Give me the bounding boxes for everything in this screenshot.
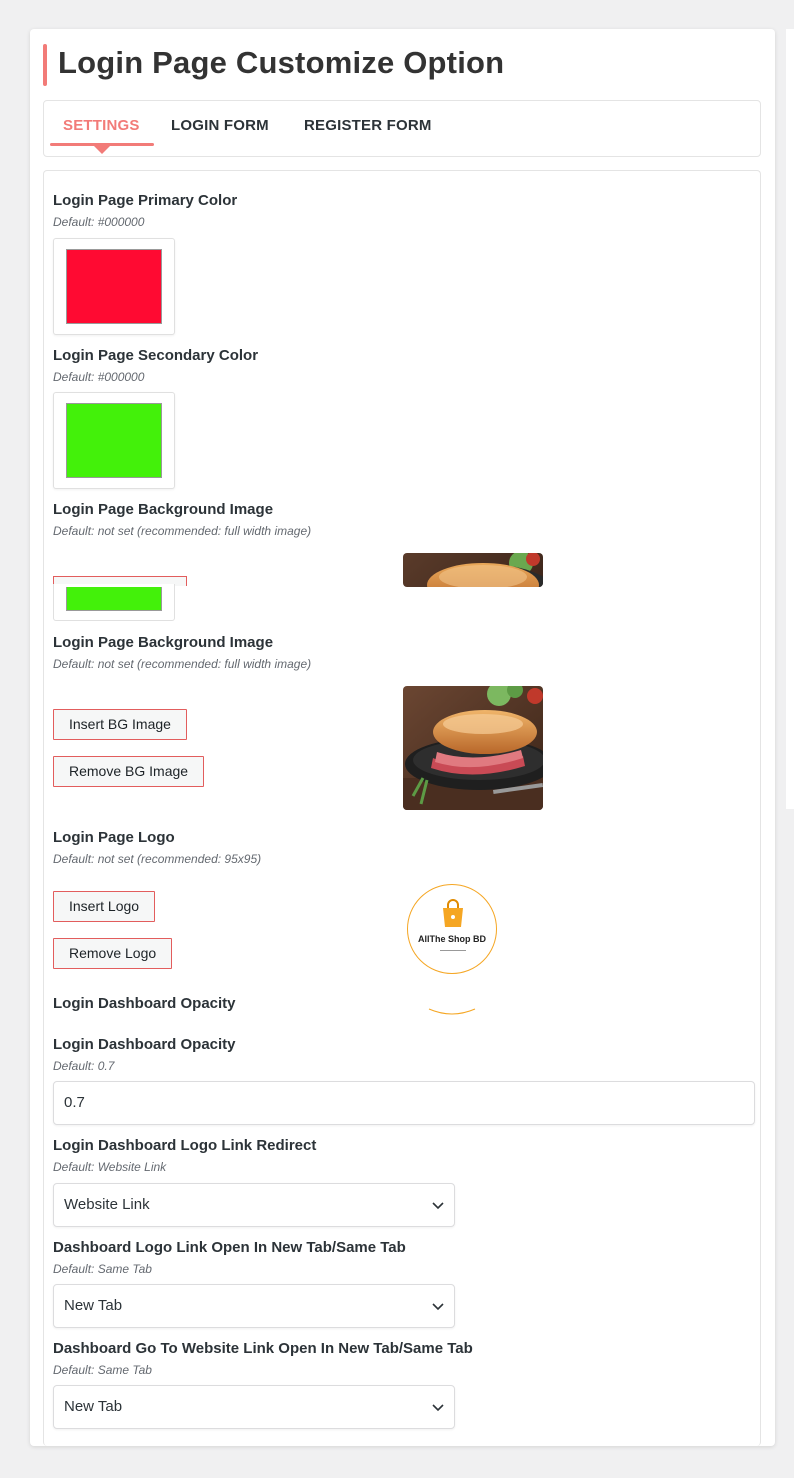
bg-image-label: Login Page Background Image	[53, 634, 274, 651]
logo-label: Login Page Logo	[53, 829, 175, 846]
bg-image-label-ghost: Login Page Background Image	[53, 501, 274, 518]
chevron-down-icon	[432, 1202, 444, 1210]
website-link-tab-select-value: New Tab	[64, 1398, 123, 1415]
logo-circle-ghost-arc	[428, 1008, 476, 1015]
logo-link-tab-label: Dashboard Logo Link Open In New Tab/Same…	[53, 1239, 406, 1256]
color-swatch-ghost	[66, 587, 162, 611]
chevron-down-icon	[432, 1404, 444, 1412]
chevron-down-icon	[432, 1303, 444, 1311]
primary-color-hint: Default: #000000	[53, 215, 145, 229]
active-tab-caret-icon	[94, 146, 110, 154]
logo-underline	[440, 950, 466, 951]
opacity-label: Login Dashboard Opacity	[53, 1036, 236, 1053]
logo-link-hint: Default: Website Link	[53, 1160, 167, 1174]
settings-card: Login Page Customize Option SETTINGS LOG…	[30, 29, 775, 1446]
color-picker-ghost	[53, 584, 175, 621]
primary-color-swatch[interactable]	[66, 249, 162, 324]
tab-register-form[interactable]: REGISTER FORM	[304, 117, 432, 134]
logo-link-select[interactable]: Website Link	[53, 1183, 455, 1227]
logo-link-select-value: Website Link	[64, 1196, 150, 1213]
logo-link-tab-hint: Default: Same Tab	[53, 1262, 152, 1276]
logo-hint: Default: not set (recommended: 95x95)	[53, 852, 262, 866]
opacity-ghost-clip: Login Dashboard Opacity	[44, 991, 760, 1011]
primary-color-label: Login Page Primary Color	[53, 192, 238, 209]
tab-settings[interactable]: SETTINGS	[63, 117, 140, 134]
adjacent-panel-edge	[786, 29, 794, 809]
opacity-label-ghost: Login Dashboard Opacity	[53, 995, 236, 1011]
secondary-color-hint: Default: #000000	[53, 370, 145, 384]
opacity-input[interactable]: 0.7	[53, 1081, 755, 1125]
page-title: Login Page Customize Option	[58, 45, 505, 80]
logo-link-tab-select-value: New Tab	[64, 1297, 123, 1314]
logo-link-tab-select[interactable]: New Tab	[53, 1284, 455, 1328]
title-accent-bar	[43, 44, 47, 86]
opacity-hint: Default: 0.7	[53, 1059, 115, 1073]
bg-image-hint: Default: not set (recommended: full widt…	[53, 657, 312, 671]
settings-panel: Login Page Primary Color Default: #00000…	[43, 170, 761, 1446]
website-link-tab-hint: Default: Same Tab	[53, 1363, 152, 1377]
website-link-tab-select[interactable]: New Tab	[53, 1385, 455, 1429]
remove-bg-image-button[interactable]: Remove BG Image	[53, 756, 205, 787]
logo-preview: AllThe Shop BD	[407, 884, 497, 974]
insert-logo-button[interactable]: Insert Logo	[53, 891, 156, 922]
shopping-bag-icon	[443, 899, 463, 927]
insert-bg-image-button[interactable]: Insert BG Image	[53, 709, 187, 740]
bg-image-preview	[403, 686, 543, 810]
logo-preview-text: AllThe Shop BD	[418, 934, 486, 944]
tab-bar: SETTINGS LOGIN FORM REGISTER FORM	[43, 100, 761, 157]
secondary-color-picker[interactable]	[53, 392, 175, 489]
tab-login-form[interactable]: LOGIN FORM	[171, 117, 269, 134]
website-link-tab-label: Dashboard Go To Website Link Open In New…	[53, 1340, 473, 1357]
bg-image-preview-ghost	[403, 553, 543, 587]
logo-link-label: Login Dashboard Logo Link Redirect	[53, 1137, 317, 1154]
remove-logo-button[interactable]: Remove Logo	[53, 938, 173, 969]
primary-color-picker[interactable]	[53, 238, 175, 335]
secondary-color-label: Login Page Secondary Color	[53, 347, 259, 364]
secondary-color-swatch[interactable]	[66, 403, 162, 478]
bg-image-hint-ghost: Default: not set (recommended: full widt…	[53, 524, 312, 538]
